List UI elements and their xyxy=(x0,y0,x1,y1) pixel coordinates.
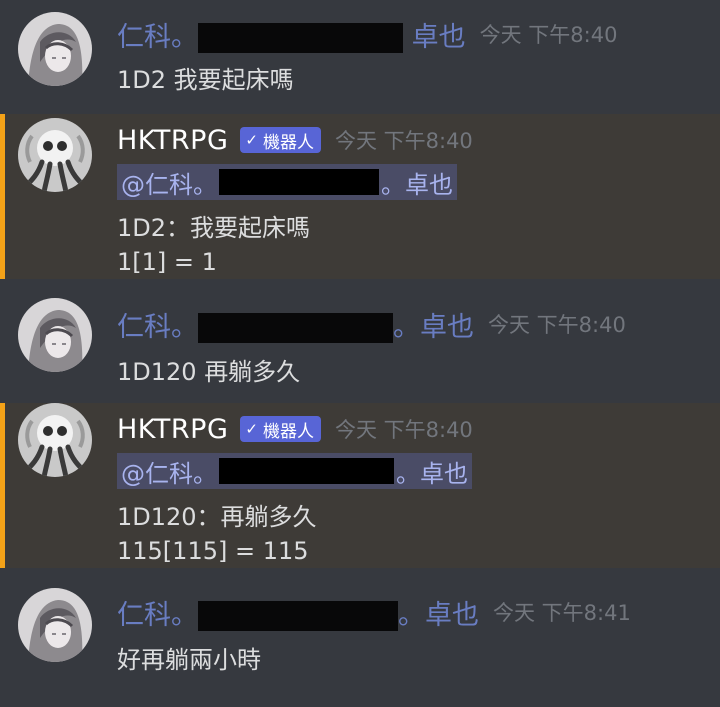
message-text: 1D120：再躺多久 xyxy=(117,503,317,531)
bot-avatar[interactable] xyxy=(18,403,92,477)
redaction-bar xyxy=(198,23,403,53)
message-text: 好再躺兩小時 xyxy=(117,646,261,674)
user-avatar[interactable] xyxy=(18,588,92,662)
timestamp: 今天 下午8:40 xyxy=(479,23,618,47)
redaction-bar xyxy=(219,169,379,195)
message-text: 115[115] = 115 xyxy=(117,537,309,565)
bot-avatar[interactable] xyxy=(18,118,92,192)
redaction-bar xyxy=(198,601,398,631)
username[interactable]: 仁科。 。卓也 xyxy=(117,305,474,344)
bot-badge: ✓ 機器人 xyxy=(240,416,321,442)
timestamp: 今天 下午8:40 xyxy=(334,418,473,442)
message-header: 仁科。 卓也 今天 下午8:40 xyxy=(117,15,618,54)
user-mention[interactable]: @仁科。 。卓也 xyxy=(117,453,472,489)
bot-badge: ✓ 機器人 xyxy=(240,127,321,153)
chat-message: 仁科。 。卓也 今天 下午8:40 1D120 再躺多久 xyxy=(0,288,720,392)
message-text: 1D120 再躺多久 xyxy=(117,358,301,386)
message-header: 仁科。 。卓也 今天 下午8:40 xyxy=(117,305,626,344)
checkmark-icon: ✓ xyxy=(245,420,258,438)
user-avatar[interactable] xyxy=(18,298,92,372)
message-text: 1[1] = 1 xyxy=(117,248,217,276)
chat-message: 仁科。 。卓也 今天 下午8:41 好再躺兩小時 xyxy=(0,578,720,707)
username[interactable]: 仁科。 卓也 xyxy=(117,15,466,54)
message-text: 1D2：我要起床嗎 xyxy=(117,214,311,242)
message-header: HKTRPG ✓ 機器人 今天 下午8:40 xyxy=(117,411,473,447)
message-text: 1D2 我要起床嗎 xyxy=(117,66,294,94)
message-header: HKTRPG ✓ 機器人 今天 下午8:40 xyxy=(117,122,473,158)
chat-log: 仁科。 卓也 今天 下午8:40 1D2 我要起床嗎 HKTRPG ✓ 機器人 xyxy=(0,0,720,707)
timestamp: 今天 下午8:40 xyxy=(488,313,626,337)
redaction-bar xyxy=(198,313,393,343)
username[interactable]: 仁科。 。卓也 xyxy=(117,593,479,632)
redaction-bar xyxy=(219,458,394,484)
user-mention[interactable]: @仁科。 。卓也 xyxy=(117,164,457,200)
bot-message: HKTRPG ✓ 機器人 今天 下午8:40 @仁科。 。卓也 1D120：再躺多… xyxy=(0,403,720,568)
timestamp: 今天 下午8:41 xyxy=(493,601,631,625)
bot-message: HKTRPG ✓ 機器人 今天 下午8:40 @仁科。 。卓也 1D2：我要起床嗎… xyxy=(0,114,720,279)
user-avatar[interactable] xyxy=(18,12,92,86)
checkmark-icon: ✓ xyxy=(245,131,258,149)
timestamp: 今天 下午8:40 xyxy=(334,129,473,153)
message-header: 仁科。 。卓也 今天 下午8:41 xyxy=(117,593,631,632)
bot-username[interactable]: HKTRPG xyxy=(117,414,228,445)
chat-message: 仁科。 卓也 今天 下午8:40 1D2 我要起床嗎 xyxy=(0,0,720,100)
bot-username[interactable]: HKTRPG xyxy=(117,125,228,156)
